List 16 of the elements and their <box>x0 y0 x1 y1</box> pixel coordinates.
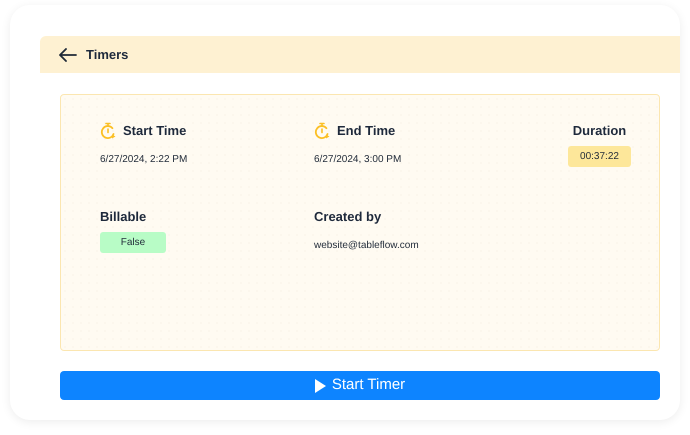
play-icon <box>314 378 326 392</box>
field-value: website@tableflow.com <box>314 239 419 253</box>
field-label: Created by <box>314 208 382 226</box>
back-arrow-icon[interactable] <box>59 48 77 62</box>
field-label: End Time <box>337 122 396 140</box>
value-badge: False <box>100 232 166 253</box>
field-value: 6/27/2024, 2:22 PM <box>100 153 188 167</box>
value-badge: 00:37:22 <box>568 146 631 167</box>
stopwatch-icon <box>314 122 331 140</box>
page-title: Timers <box>86 46 128 64</box>
start-timer-button[interactable]: Start Timer <box>60 371 660 400</box>
field-label: Duration <box>572 122 626 140</box>
field-label: Start Time <box>123 122 186 140</box>
field-label: Billable <box>100 208 146 226</box>
stopwatch-icon <box>100 122 117 140</box>
field-value: 6/27/2024, 3:00 PM <box>314 153 402 167</box>
